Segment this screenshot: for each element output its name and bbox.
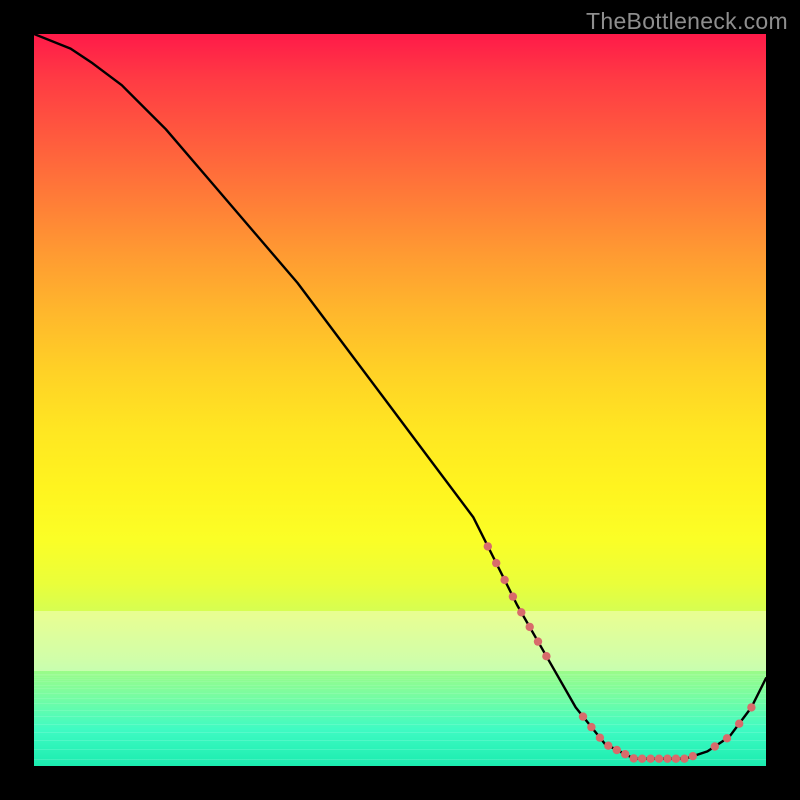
data-point-marker	[587, 723, 595, 731]
data-point-marker	[534, 637, 542, 645]
data-point-marker	[526, 623, 534, 631]
data-point-marker	[500, 576, 508, 584]
data-point-marker	[542, 652, 550, 660]
data-point-marker	[735, 720, 743, 728]
outer-black-frame: TheBottleneck.com	[0, 0, 800, 800]
data-point-marker	[672, 755, 680, 763]
data-point-marker	[663, 755, 671, 763]
data-point-marker	[680, 755, 688, 763]
data-point-marker	[484, 542, 492, 550]
data-point-marker	[517, 608, 525, 616]
data-point-marker	[613, 746, 621, 754]
data-point-marker	[646, 755, 654, 763]
bottleneck-chart	[34, 34, 766, 766]
data-point-marker	[492, 559, 500, 567]
data-point-marker	[723, 734, 731, 742]
data-point-marker	[638, 755, 646, 763]
data-point-marker	[655, 755, 663, 763]
data-point-marker	[711, 742, 719, 750]
data-point-marker	[596, 734, 604, 742]
data-point-marker	[747, 703, 755, 711]
data-point-marker	[630, 754, 638, 762]
data-point-markers	[484, 542, 756, 763]
watermark-text: TheBottleneck.com	[586, 8, 788, 35]
data-point-marker	[509, 592, 517, 600]
data-point-marker	[604, 742, 612, 750]
plot-area	[34, 34, 766, 766]
data-point-marker	[621, 750, 629, 758]
bottleneck-curve-line	[34, 34, 766, 759]
data-point-marker	[579, 712, 587, 720]
data-point-marker	[689, 752, 697, 760]
